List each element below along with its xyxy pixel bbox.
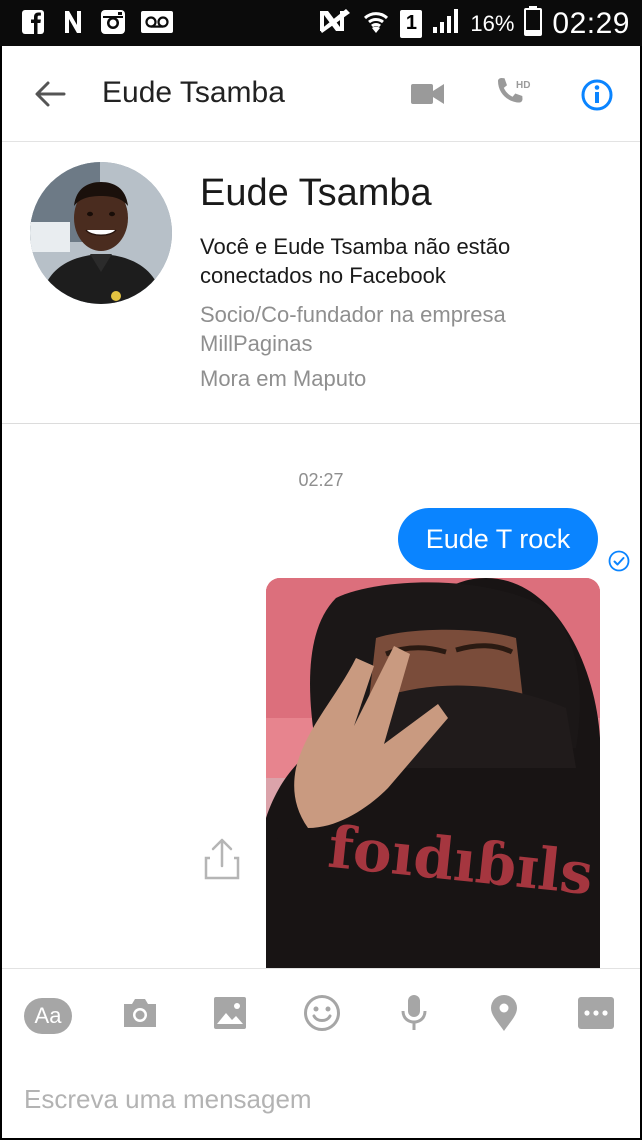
arrow-left-icon (35, 81, 66, 107)
hd-label: HD (516, 80, 530, 91)
nfc-icon (318, 7, 352, 40)
composer-toolbar: Aa (2, 989, 640, 1039)
camera-button[interactable] (116, 989, 164, 1037)
share-photo-button[interactable] (202, 836, 242, 882)
more-options-button[interactable] (572, 989, 620, 1037)
profile-location: Mora em Maputo (200, 366, 367, 391)
voicemail-icon (140, 8, 174, 36)
conversation-title: Eude Tsamba (102, 76, 285, 109)
facebook-icon (20, 8, 46, 36)
back-button[interactable] (30, 76, 70, 112)
microphone-icon (401, 995, 427, 1030)
text-style-icon: Aa (24, 998, 72, 1034)
contact-avatar[interactable] (30, 162, 172, 304)
seen-check-icon (608, 550, 630, 572)
video-call-button[interactable] (410, 80, 446, 108)
conversation-info-button[interactable] (580, 78, 614, 112)
n-notification-icon (60, 8, 86, 36)
instagram-icon (100, 8, 126, 36)
emoji-button[interactable] (298, 989, 346, 1037)
status-bar-notifications (20, 8, 174, 36)
gallery-button[interactable] (206, 989, 254, 1037)
wifi-icon (362, 7, 390, 40)
text-style-button[interactable]: Aa (24, 989, 72, 1037)
contact-profile-card: Eude Tsamba Você e Eude Tsamba não estão… (2, 144, 640, 424)
status-bar-system: 1 16% 02:29 (318, 6, 630, 41)
location-pin-icon (491, 995, 517, 1031)
location-button[interactable] (480, 989, 528, 1037)
video-camera-icon (411, 84, 444, 104)
screen-frame: 1 16% 02:29 Eude Tsamba HD Eude Tsamba V… (0, 0, 642, 1140)
voice-message-button[interactable] (390, 989, 438, 1037)
chat-toolbar: Eude Tsamba HD (2, 46, 640, 142)
battery-icon (524, 6, 543, 41)
gallery-icon (214, 997, 246, 1029)
signal-icon (432, 7, 460, 40)
profile-connection-note: Você e Eude Tsamba não estão conectados … (200, 234, 511, 288)
message-composer: Aa (2, 968, 640, 1138)
share-icon (204, 838, 240, 880)
message-list[interactable]: 02:27 Eude T rock foıdıɓɪls (2, 424, 640, 968)
sim-1-icon: 1 (400, 9, 423, 38)
status-bar: 1 16% 02:29 (0, 0, 642, 46)
messenger-chat-screen: Eude Tsamba HD Eude Tsamba Você e Eude T… (2, 46, 640, 1138)
status-time: 02:29 (552, 6, 630, 40)
message-input[interactable] (24, 1079, 614, 1119)
info-icon (581, 79, 613, 111)
message-photo[interactable]: foıdıɓɪls (266, 578, 600, 968)
emoji-icon (304, 995, 340, 1031)
phone-hd-icon: HD (498, 78, 530, 103)
camera-icon (124, 999, 156, 1027)
battery-percent: 16% (470, 10, 515, 36)
profile-name: Eude Tsamba (200, 172, 432, 214)
message-timestamp: 02:27 (298, 470, 344, 490)
more-icon (578, 997, 614, 1029)
message-bubble-outgoing[interactable]: Eude T rock (398, 508, 598, 570)
hd-voice-call-button[interactable]: HD (494, 76, 534, 112)
profile-work: Socio/Co-fundador na empresa MillPaginas (200, 302, 506, 356)
